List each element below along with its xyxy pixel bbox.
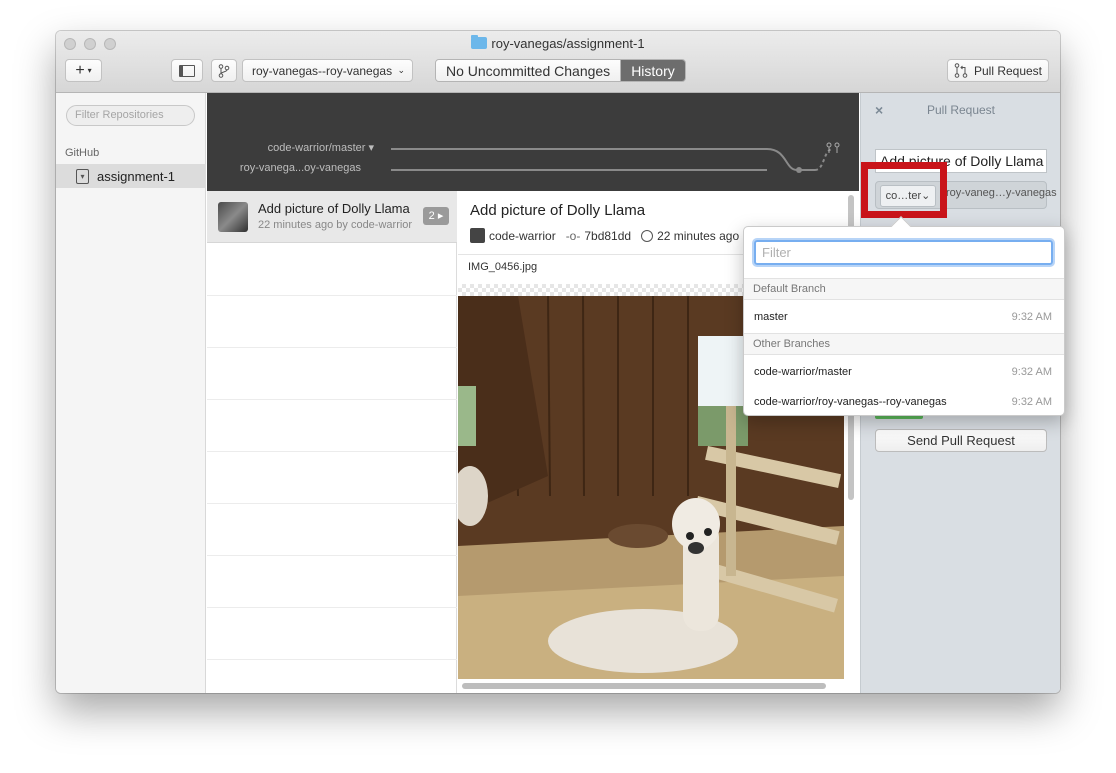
divider xyxy=(207,399,457,400)
title-bar: roy-vanegas/assignment-1 + ▾ roy-vanegas-… xyxy=(56,31,1060,93)
divider xyxy=(207,555,457,556)
commit-time: 22 minutes ago xyxy=(657,228,740,243)
branch-item[interactable]: code-warrior/roy-vanegas--roy-vanegas 9:3… xyxy=(744,388,1064,416)
repository-icon: ▾ xyxy=(76,168,89,184)
sidebar-item-label: assignment-1 xyxy=(97,168,176,184)
branch-picker-popover: Filter Default Branch master 9:32 AM Othe… xyxy=(743,216,1065,416)
branch-selector[interactable]: roy-vanegas--roy-vanegas ⌄ xyxy=(242,59,413,82)
horizontal-scrollbar[interactable] xyxy=(462,683,826,689)
toggle-sidebar-button[interactable] xyxy=(171,59,203,82)
commit-icon: -o- xyxy=(565,228,581,243)
sidebar-section-github: GitHub xyxy=(65,147,100,159)
avatar xyxy=(218,202,248,232)
commit-list: Add picture of Dolly Llama 22 minutes ag… xyxy=(207,191,457,693)
highlight-box xyxy=(861,162,947,218)
branch-item-master[interactable]: master 9:32 AM xyxy=(744,303,1064,331)
author-name: code-warrior xyxy=(489,228,556,243)
branch-icon-button[interactable] xyxy=(211,59,237,82)
commit-detail-meta: code-warrior -o- 7bd81dd 22 minutes ago xyxy=(470,228,739,243)
pull-request-button[interactable]: Pull Request xyxy=(947,59,1049,82)
add-menu-button[interactable]: + ▾ xyxy=(65,59,102,82)
sidebar-item-assignment-1[interactable]: ▾ assignment-1 xyxy=(56,164,206,188)
section-header: Other Branches xyxy=(744,333,1064,355)
pull-request-icon xyxy=(826,142,840,153)
commit-title: Add picture of Dolly Llama xyxy=(258,201,410,216)
divider xyxy=(207,659,457,660)
folder-icon xyxy=(471,35,488,49)
branch-graph-lines xyxy=(391,142,840,173)
file-name: IMG_0456.jpg xyxy=(468,261,538,273)
tab-history[interactable]: History xyxy=(621,60,685,81)
branch-filter-input[interactable]: Filter xyxy=(754,240,1053,265)
sidebar-icon xyxy=(179,64,195,77)
divider xyxy=(207,347,457,348)
divider xyxy=(207,503,457,504)
changed-files-badge[interactable]: 2 ▸ xyxy=(423,207,449,225)
divider xyxy=(207,607,457,608)
commit-meta: 22 minutes ago by code-warrior xyxy=(258,219,413,231)
commit-sha[interactable]: 7bd81dd xyxy=(584,229,631,243)
tab-uncommitted-changes[interactable]: No Uncommitted Changes xyxy=(436,60,622,81)
clock-icon xyxy=(641,229,654,242)
to-branch-label[interactable]: roy-vaneg…y-vanegas xyxy=(946,187,1057,199)
filter-repositories-input[interactable]: Filter Repositories xyxy=(66,105,195,126)
divider xyxy=(207,451,457,452)
send-pull-request-button[interactable]: Send Pull Request xyxy=(875,429,1047,452)
repository-sidebar: Filter Repositories GitHub ▾ assignment-… xyxy=(56,93,206,693)
view-tabs: No Uncommitted Changes History xyxy=(435,59,686,82)
panel-title: Pull Request xyxy=(926,103,996,117)
section-header: Default Branch xyxy=(744,278,1064,300)
chevron-down-icon: ▾ xyxy=(87,66,92,75)
branch-icon xyxy=(218,63,230,78)
commit-detail-title: Add picture of Dolly Llama xyxy=(470,202,646,219)
avatar xyxy=(470,228,485,243)
divider xyxy=(207,295,457,296)
pull-request-icon xyxy=(954,63,968,78)
chevron-down-icon: ⌄ xyxy=(397,65,405,75)
list-item[interactable]: Add picture of Dolly Llama 22 minutes ag… xyxy=(207,191,457,243)
branch-item[interactable]: code-warrior/master 9:32 AM xyxy=(744,358,1064,386)
window-title: roy-vanegas/assignment-1 xyxy=(56,35,1060,51)
branch-graph: code-warrior/master ▾ roy-vanega...oy-va… xyxy=(207,93,859,191)
